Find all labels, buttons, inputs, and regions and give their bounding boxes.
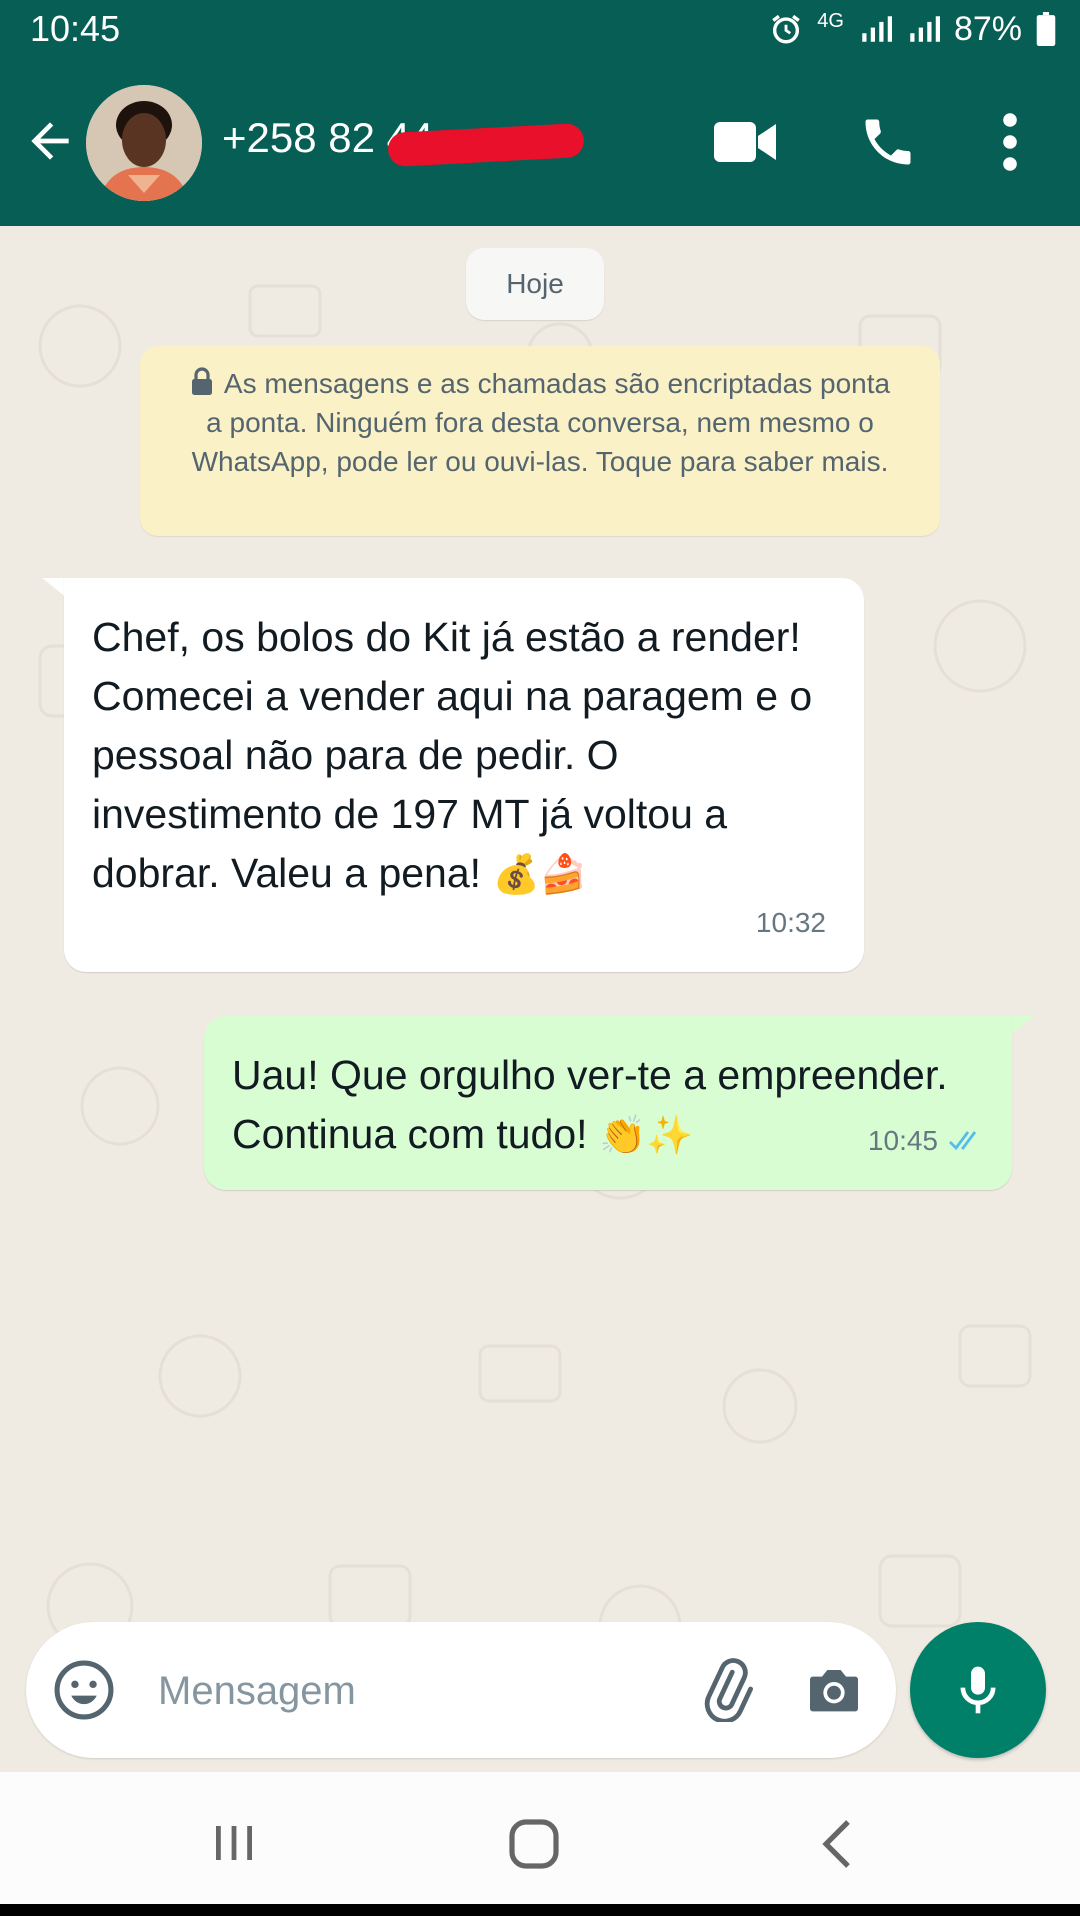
lock-icon <box>191 367 212 395</box>
encryption-notice-text: As mensagens e as chamadas são encriptad… <box>191 368 891 477</box>
camera-icon[interactable] <box>802 1658 866 1722</box>
emoji-icon[interactable] <box>50 1656 118 1724</box>
avatar[interactable] <box>86 85 202 201</box>
status-time: 10:45 <box>30 8 121 49</box>
more-options-icon[interactable] <box>990 110 1030 174</box>
battery-icon <box>1036 12 1056 46</box>
encryption-notice[interactable]: As mensagens e as chamadas são encriptad… <box>140 346 940 536</box>
message-meta: 10:45 <box>868 1111 984 1170</box>
signal-icon <box>862 16 892 42</box>
message-composer <box>26 1622 896 1758</box>
alarm-icon <box>772 14 801 44</box>
battery-percent: 87% <box>953 9 1022 48</box>
avatar-image <box>86 85 202 201</box>
back-icon[interactable] <box>818 1818 858 1870</box>
message-time: 10:45 <box>867 1125 938 1156</box>
back-arrow-icon[interactable] <box>22 113 78 169</box>
chat-header: +258 82 44 <box>0 58 1080 226</box>
message-bubble-incoming[interactable]: Chef, os bolos do Kit já estão a render!… <box>64 578 864 972</box>
message-bubble-outgoing[interactable]: Uau! Que orgulho ver-te a empreender. Co… <box>204 1016 1012 1190</box>
phone-call-icon[interactable] <box>858 112 918 172</box>
home-icon[interactable] <box>508 1818 560 1870</box>
read-double-check-icon <box>949 1130 977 1150</box>
status-icons: 4G 87% <box>769 8 1056 50</box>
signal-icon-2 <box>910 16 940 42</box>
message-text: Uau! Que orgulho ver-te a empreender. Co… <box>232 1052 948 1157</box>
paperclip-icon[interactable] <box>694 1658 758 1722</box>
message-emojis: 💰🍰 <box>492 854 588 896</box>
message-input[interactable] <box>156 1658 680 1724</box>
video-call-icon[interactable] <box>712 116 778 168</box>
network-type: 4G <box>817 9 844 32</box>
message-emojis: 👏✨ <box>598 1115 694 1157</box>
mic-button[interactable] <box>910 1622 1046 1758</box>
microphone-icon <box>960 1666 996 1714</box>
bottom-edge <box>0 1904 1080 1916</box>
message-text: Chef, os bolos do Kit já estão a render!… <box>92 614 813 896</box>
date-chip: Hoje <box>466 248 604 320</box>
message-time: 10:32 <box>755 907 826 938</box>
status-bar: 10:45 4G 87% <box>0 0 1080 58</box>
recent-apps-icon[interactable] <box>212 1822 256 1864</box>
system-nav-bar <box>0 1772 1080 1916</box>
